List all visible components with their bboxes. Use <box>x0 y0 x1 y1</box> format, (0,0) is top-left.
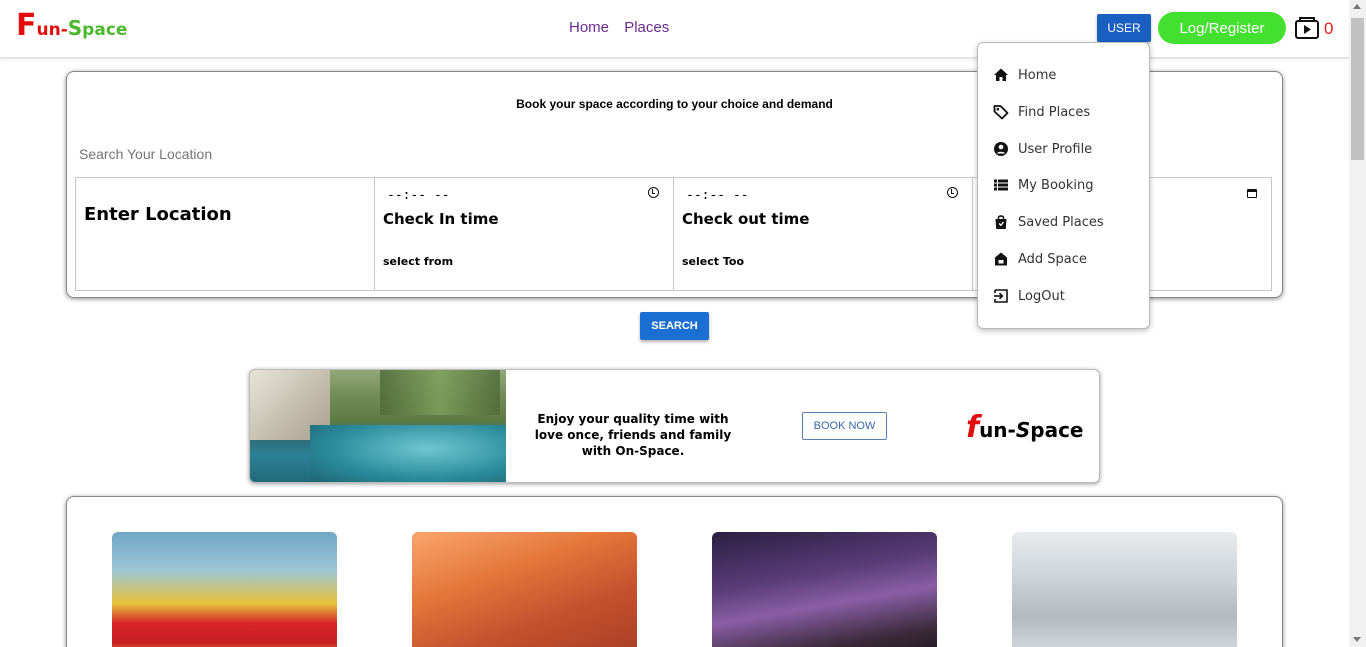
menu-item-my-booking[interactable]: My Booking <box>993 175 1143 195</box>
search-button[interactable]: SEARCH <box>640 312 709 340</box>
log-register-button[interactable]: Log/Register <box>1158 12 1286 44</box>
menu-item-add-space[interactable]: Add Space <box>993 249 1143 269</box>
scroll-up-arrow-icon[interactable] <box>1353 4 1361 9</box>
places-card <box>66 496 1283 647</box>
scrollbar-thumb[interactable] <box>1351 18 1364 160</box>
logout-icon <box>994 289 1008 303</box>
menu-item-label: Saved Places <box>1018 214 1104 230</box>
search-location-input[interactable]: Search Your Location <box>79 146 212 162</box>
menu-item-find-places[interactable]: Find Places <box>993 102 1143 122</box>
check-in-label: Check In time <box>383 210 499 228</box>
add-home-icon <box>995 252 1007 266</box>
main-nav: Home Places <box>569 19 680 36</box>
banner-logo-s: S <box>1015 418 1031 442</box>
cart-count-badge: 0 <box>1324 19 1334 38</box>
logo-letter-s: S <box>67 16 83 40</box>
check-out-sub-label: select Too <box>682 255 745 268</box>
list-icon <box>994 179 1008 191</box>
book-now-button[interactable]: BOOK NOW <box>802 412 887 440</box>
user-button[interactable]: USER <box>1097 14 1151 42</box>
menu-item-label: LogOut <box>1018 288 1065 304</box>
palm-trees <box>380 370 500 415</box>
enter-location-label: Enter Location <box>84 204 232 225</box>
nav-home-link[interactable]: Home <box>569 19 609 36</box>
banner-text: Enjoy your quality time with love once, … <box>534 412 732 458</box>
promo-banner: Enjoy your quality time with love once, … <box>249 369 1100 483</box>
place-image-club-hall[interactable] <box>712 532 937 647</box>
logo-text-un: un- <box>36 20 68 40</box>
home-icon <box>994 68 1008 81</box>
banner-logo-pace: pace <box>1030 418 1084 442</box>
calendar-icon[interactable] <box>1247 189 1257 198</box>
menu-item-user-profile[interactable]: User Profile <box>993 139 1143 159</box>
booking-cart-icon[interactable] <box>1294 15 1320 41</box>
enter-location-field[interactable]: Enter Location <box>75 177 375 291</box>
check-in-sub-label: select from <box>383 255 454 268</box>
place-image-orange-lounge[interactable] <box>412 532 637 647</box>
nav-places-link[interactable]: Places <box>624 19 669 36</box>
logo-text-pace: pace <box>82 20 128 40</box>
check-out-time-input[interactable]: --:-- -- <box>686 188 749 203</box>
menu-item-label: User Profile <box>1018 141 1093 157</box>
scroll-down-arrow-icon[interactable] <box>1353 637 1361 642</box>
menu-item-label: Find Places <box>1018 104 1091 120</box>
banner-logo-un: un- <box>979 418 1016 442</box>
check-out-label: Check out time <box>682 210 810 228</box>
banner-logo-f: f <box>966 410 980 445</box>
place-image-lounge[interactable] <box>112 532 337 647</box>
pool-water <box>310 425 506 482</box>
user-circle-icon <box>994 142 1008 156</box>
menu-item-label: My Booking <box>1018 177 1094 193</box>
menu-item-label: Home <box>1018 67 1057 83</box>
shopping-bag-icon <box>995 215 1007 229</box>
menu-item-label: Add Space <box>1018 251 1087 267</box>
check-out-field[interactable]: --:-- -- Check out time select Too <box>673 177 973 291</box>
fun-space-logo[interactable]: Fun-Space <box>16 8 127 46</box>
tag-icon <box>993 105 1009 120</box>
pool-image <box>250 370 506 482</box>
check-in-time-input[interactable]: --:-- -- <box>387 188 450 203</box>
clock-icon[interactable] <box>947 187 958 198</box>
menu-item-home[interactable]: Home <box>993 65 1143 85</box>
check-in-field[interactable]: --:-- -- Check In time select from <box>374 177 674 291</box>
banner-fun-space-logo: fun-Space <box>966 410 1083 445</box>
user-dropdown-menu: Home Find Places User Profile My Booking… <box>977 42 1150 329</box>
menu-item-logout[interactable]: LogOut <box>993 286 1143 306</box>
place-image-meeting-room[interactable] <box>1012 532 1237 647</box>
logo-letter-f: F <box>16 8 37 43</box>
clock-icon[interactable] <box>648 187 659 198</box>
menu-item-saved-places[interactable]: Saved Places <box>993 212 1143 232</box>
